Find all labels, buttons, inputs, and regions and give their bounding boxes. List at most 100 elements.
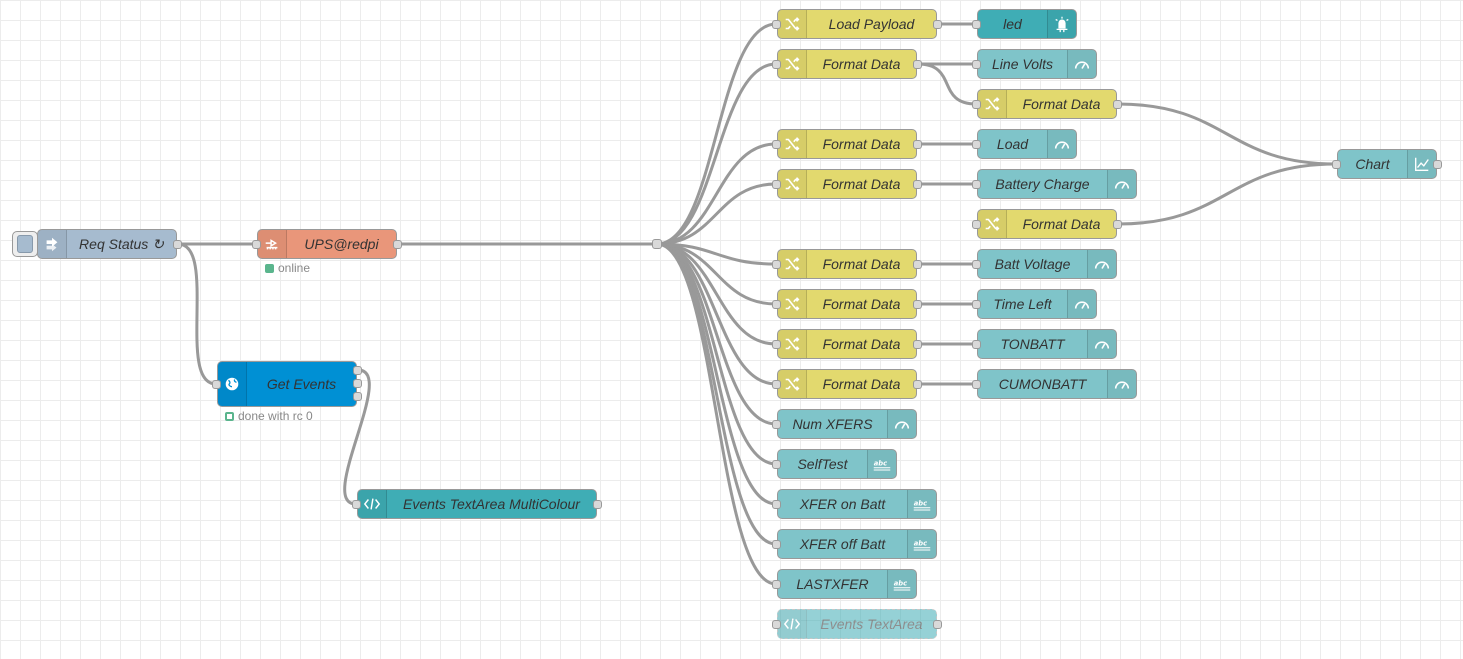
node-bc[interactable]: Battery Charge	[977, 169, 1137, 199]
input-port[interactable]	[772, 459, 781, 469]
node-fd6[interactable]: Format Data	[777, 329, 917, 359]
node-xon[interactable]: XFER on Batt abc	[777, 489, 937, 519]
output-port[interactable]	[593, 499, 602, 509]
input-port[interactable]	[772, 259, 781, 269]
node-label: Format Data	[822, 56, 901, 72]
node-led[interactable]: led	[977, 9, 1077, 39]
output-port[interactable]	[913, 179, 922, 189]
node-fd5[interactable]: Format Data	[777, 289, 917, 319]
output-port[interactable]	[933, 619, 942, 629]
input-port[interactable]	[772, 499, 781, 509]
chart-icon	[1407, 150, 1436, 178]
input-port[interactable]	[972, 379, 981, 389]
node-label: Format Data	[822, 176, 901, 192]
input-port[interactable]	[972, 299, 981, 309]
gauge-icon	[1067, 50, 1096, 78]
input-port[interactable]	[972, 59, 981, 69]
node-ups[interactable]: UPS@redpi	[257, 229, 397, 259]
input-port[interactable]	[772, 299, 781, 309]
input-port[interactable]	[972, 99, 981, 109]
node-status: online	[265, 261, 310, 275]
output-port[interactable]	[1433, 159, 1442, 169]
shuffle-icon	[778, 250, 807, 278]
input-port[interactable]	[212, 379, 221, 389]
gauge-icon	[1107, 370, 1136, 398]
wire	[656, 242, 777, 306]
output-port[interactable]	[913, 139, 922, 149]
node-get[interactable]: Get Events	[217, 361, 357, 407]
node-tl[interactable]: Time Left	[977, 289, 1097, 319]
text-icon: abc	[907, 490, 936, 518]
node-lp[interactable]: Load Payload	[777, 9, 937, 39]
inject-button-icon	[17, 235, 33, 253]
output-port[interactable]	[173, 239, 182, 249]
node-tonb[interactable]: TONBATT	[977, 329, 1117, 359]
input-port[interactable]	[772, 19, 781, 29]
output-port[interactable]	[1113, 99, 1122, 109]
input-port[interactable]	[772, 619, 781, 629]
gauge-icon	[1087, 250, 1116, 278]
node-req[interactable]: Req Status ↻	[37, 229, 177, 259]
input-port[interactable]	[772, 419, 781, 429]
node-fd2[interactable]: Format Data	[777, 129, 917, 159]
inject-arrow-icon	[38, 230, 67, 258]
node-lv[interactable]: Line Volts	[977, 49, 1097, 79]
output-port[interactable]	[913, 259, 922, 269]
output-port[interactable]	[913, 59, 922, 69]
input-port[interactable]	[772, 179, 781, 189]
node-lastx[interactable]: LASTXFER abc	[777, 569, 917, 599]
node-chart[interactable]: Chart	[1337, 149, 1437, 179]
node-bv[interactable]: Batt Voltage	[977, 249, 1117, 279]
shuffle-icon	[778, 130, 807, 158]
output-port[interactable]	[353, 378, 362, 388]
node-label: XFER on Batt	[799, 496, 886, 512]
node-label: led	[1003, 16, 1022, 32]
output-port[interactable]	[393, 239, 402, 249]
node-label: XFER off Batt	[799, 536, 886, 552]
output-port[interactable]	[913, 299, 922, 309]
input-port[interactable]	[352, 499, 361, 509]
input-port[interactable]	[772, 339, 781, 349]
input-port[interactable]	[972, 179, 981, 189]
node-label: Format Data	[1022, 216, 1101, 232]
node-evmc[interactable]: Events TextArea MultiColour	[357, 489, 597, 519]
output-port[interactable]	[933, 19, 942, 29]
input-port[interactable]	[972, 259, 981, 269]
output-port[interactable]	[353, 365, 362, 375]
input-port[interactable]	[772, 139, 781, 149]
node-fdB[interactable]: Format Data	[977, 209, 1117, 239]
input-port[interactable]	[772, 539, 781, 549]
node-fd3[interactable]: Format Data	[777, 169, 917, 199]
input-port[interactable]	[972, 219, 981, 229]
input-port[interactable]	[772, 59, 781, 69]
input-port[interactable]	[972, 139, 981, 149]
node-label: SelfTest	[797, 456, 848, 472]
node-fd1[interactable]: Format Data	[777, 49, 917, 79]
output-port[interactable]	[353, 391, 362, 401]
input-port[interactable]	[972, 19, 981, 29]
node-cumb[interactable]: CUMONBATT	[977, 369, 1137, 399]
wire	[656, 242, 777, 586]
node-fd7[interactable]: Format Data	[777, 369, 917, 399]
node-load[interactable]: Load	[977, 129, 1077, 159]
junction-node[interactable]	[652, 239, 662, 249]
input-port[interactable]	[252, 239, 261, 249]
output-port[interactable]	[913, 339, 922, 349]
node-evta[interactable]: Events TextArea	[777, 609, 937, 639]
node-numx[interactable]: Num XFERS	[777, 409, 917, 439]
node-self[interactable]: SelfTest abc	[777, 449, 897, 479]
input-port[interactable]	[772, 379, 781, 389]
input-port[interactable]	[972, 339, 981, 349]
status-text: online	[278, 261, 311, 275]
output-port[interactable]	[913, 379, 922, 389]
input-port[interactable]	[772, 579, 781, 589]
text-icon: abc	[867, 450, 896, 478]
node-fd4[interactable]: Format Data	[777, 249, 917, 279]
wire	[656, 22, 777, 246]
output-port[interactable]	[1113, 219, 1122, 229]
input-port[interactable]	[1332, 159, 1341, 169]
shuffle-icon	[978, 210, 1007, 238]
node-xoff[interactable]: XFER off Batt abc	[777, 529, 937, 559]
inject-trigger-button[interactable]	[12, 231, 38, 257]
node-fdA[interactable]: Format Data	[977, 89, 1117, 119]
